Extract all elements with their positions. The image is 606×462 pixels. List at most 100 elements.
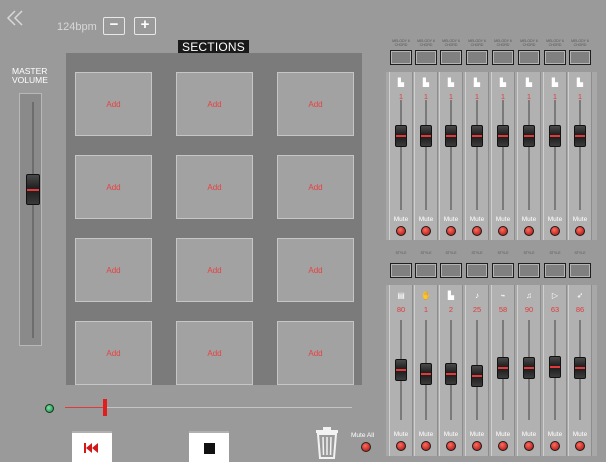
channel-select-button[interactable] (390, 50, 412, 65)
channel-fader[interactable] (497, 357, 509, 380)
timeline-playhead[interactable] (103, 399, 108, 416)
mute-button[interactable] (524, 441, 534, 451)
channel-select-button[interactable] (569, 50, 591, 65)
mute-button[interactable] (446, 226, 456, 236)
piano-icon: ▙ (397, 78, 405, 87)
master-volume-track[interactable] (19, 93, 42, 346)
mute-label: Mute (443, 216, 459, 223)
channel-fader-groove (528, 100, 530, 210)
channel-fader[interactable] (523, 357, 535, 380)
mute-button[interactable] (575, 441, 585, 451)
mute-button[interactable] (472, 441, 482, 451)
mute-button[interactable] (446, 441, 456, 451)
channel-fader[interactable] (420, 124, 432, 147)
channel-fader[interactable] (445, 362, 457, 385)
channel-select-button[interactable] (569, 263, 591, 278)
master-volume-label-line2: VOLUME (12, 75, 48, 85)
mute-label: Mute (572, 431, 588, 438)
channel-fader-groove (400, 100, 402, 210)
channel-group-label: MELODY 6 CHORD (417, 39, 435, 47)
channel-group-label: STYLE (471, 251, 483, 255)
hand-percussion-icon: ✋ (421, 291, 431, 300)
channel-fader[interactable] (549, 124, 561, 147)
channel-select-button[interactable] (440, 50, 462, 65)
mute-label: Mute (469, 216, 485, 223)
tempo-increase-button[interactable]: + (134, 17, 156, 35)
mute-button[interactable] (396, 441, 406, 451)
channel-group-label: STYLE (549, 251, 561, 255)
channel-group-label: MELODY 6 CHORD (571, 39, 589, 47)
timeline-track[interactable] (65, 407, 352, 408)
mute-button[interactable] (575, 226, 585, 236)
channel-fader[interactable] (471, 365, 483, 388)
section-pad[interactable]: Add (277, 238, 354, 302)
channel-select-button[interactable] (544, 50, 566, 65)
master-volume-slider[interactable] (26, 173, 40, 205)
playback-indicator-dot (45, 404, 54, 413)
channel-select-button[interactable] (518, 263, 540, 278)
stop-button[interactable] (189, 431, 229, 462)
channel-fader[interactable] (420, 362, 432, 385)
channel-fader[interactable] (445, 124, 457, 147)
piano-icon: ▙ (499, 78, 507, 87)
section-pad[interactable]: Add (176, 321, 253, 385)
channel-select-button[interactable] (415, 263, 437, 278)
channel-select-button[interactable] (440, 263, 462, 278)
channel-select-button[interactable] (415, 50, 437, 65)
channel-select-button[interactable] (466, 263, 488, 278)
channel-fader[interactable] (395, 124, 407, 147)
channel-fader-groove (554, 100, 556, 210)
mute-button[interactable] (472, 226, 482, 236)
section-pad[interactable]: Add (176, 238, 253, 302)
piano-icon: ▙ (473, 78, 481, 87)
mute-button[interactable] (524, 226, 534, 236)
channel-group-label: STYLE (445, 251, 457, 255)
channel-value: 2 (448, 305, 454, 314)
mute-all-button[interactable] (361, 442, 371, 452)
channel-fader[interactable] (549, 355, 561, 378)
channel-fader-groove (502, 100, 504, 210)
channel-group-label: MELODY 6 CHORD (468, 39, 486, 47)
mute-button[interactable] (550, 226, 560, 236)
section-pad[interactable]: Add (176, 155, 253, 219)
mute-label: Mute (418, 431, 434, 438)
section-pad[interactable]: Add (75, 238, 152, 302)
section-pad[interactable]: Add (277, 155, 354, 219)
channel-select-button[interactable] (544, 263, 566, 278)
trash-icon[interactable] (314, 426, 340, 460)
channel-select-button[interactable] (492, 263, 514, 278)
section-pad[interactable]: Add (75, 72, 152, 136)
channel-fader[interactable] (497, 124, 509, 147)
section-pad[interactable]: Add (176, 72, 253, 136)
tempo-readout: 124bpm (57, 21, 97, 33)
channel-select-button[interactable] (390, 263, 412, 278)
skip-back-icon (83, 442, 99, 454)
section-pad[interactable]: Add (75, 321, 152, 385)
channel-fader[interactable] (395, 359, 407, 381)
mute-button[interactable] (498, 226, 508, 236)
mute-button[interactable] (421, 441, 431, 451)
rewind-button[interactable] (72, 431, 112, 462)
tempo-decrease-button[interactable]: − (103, 17, 125, 35)
channel-fader[interactable] (574, 357, 586, 380)
channel-select-button[interactable] (466, 50, 488, 65)
channel-fader[interactable] (523, 124, 535, 147)
brass-icon: ➶ (576, 291, 584, 300)
piano-icon: ▙ (447, 291, 455, 300)
mute-button[interactable] (498, 441, 508, 451)
mute-label: Mute (572, 216, 588, 223)
section-pad[interactable]: Add (277, 72, 354, 136)
channel-select-button[interactable] (518, 50, 540, 65)
section-pad[interactable]: Add (277, 321, 354, 385)
section-pad[interactable]: Add (75, 155, 152, 219)
piano-icon: ▙ (525, 78, 533, 87)
channel-select-button[interactable] (492, 50, 514, 65)
mute-button[interactable] (421, 226, 431, 236)
mute-button[interactable] (550, 441, 560, 451)
double-chevron-left-icon[interactable] (6, 10, 24, 26)
channel-group-label: STYLE (395, 251, 407, 255)
channel-fader[interactable] (471, 124, 483, 147)
mute-button[interactable] (396, 226, 406, 236)
channel-value: 80 (396, 305, 406, 314)
channel-fader[interactable] (574, 124, 586, 147)
